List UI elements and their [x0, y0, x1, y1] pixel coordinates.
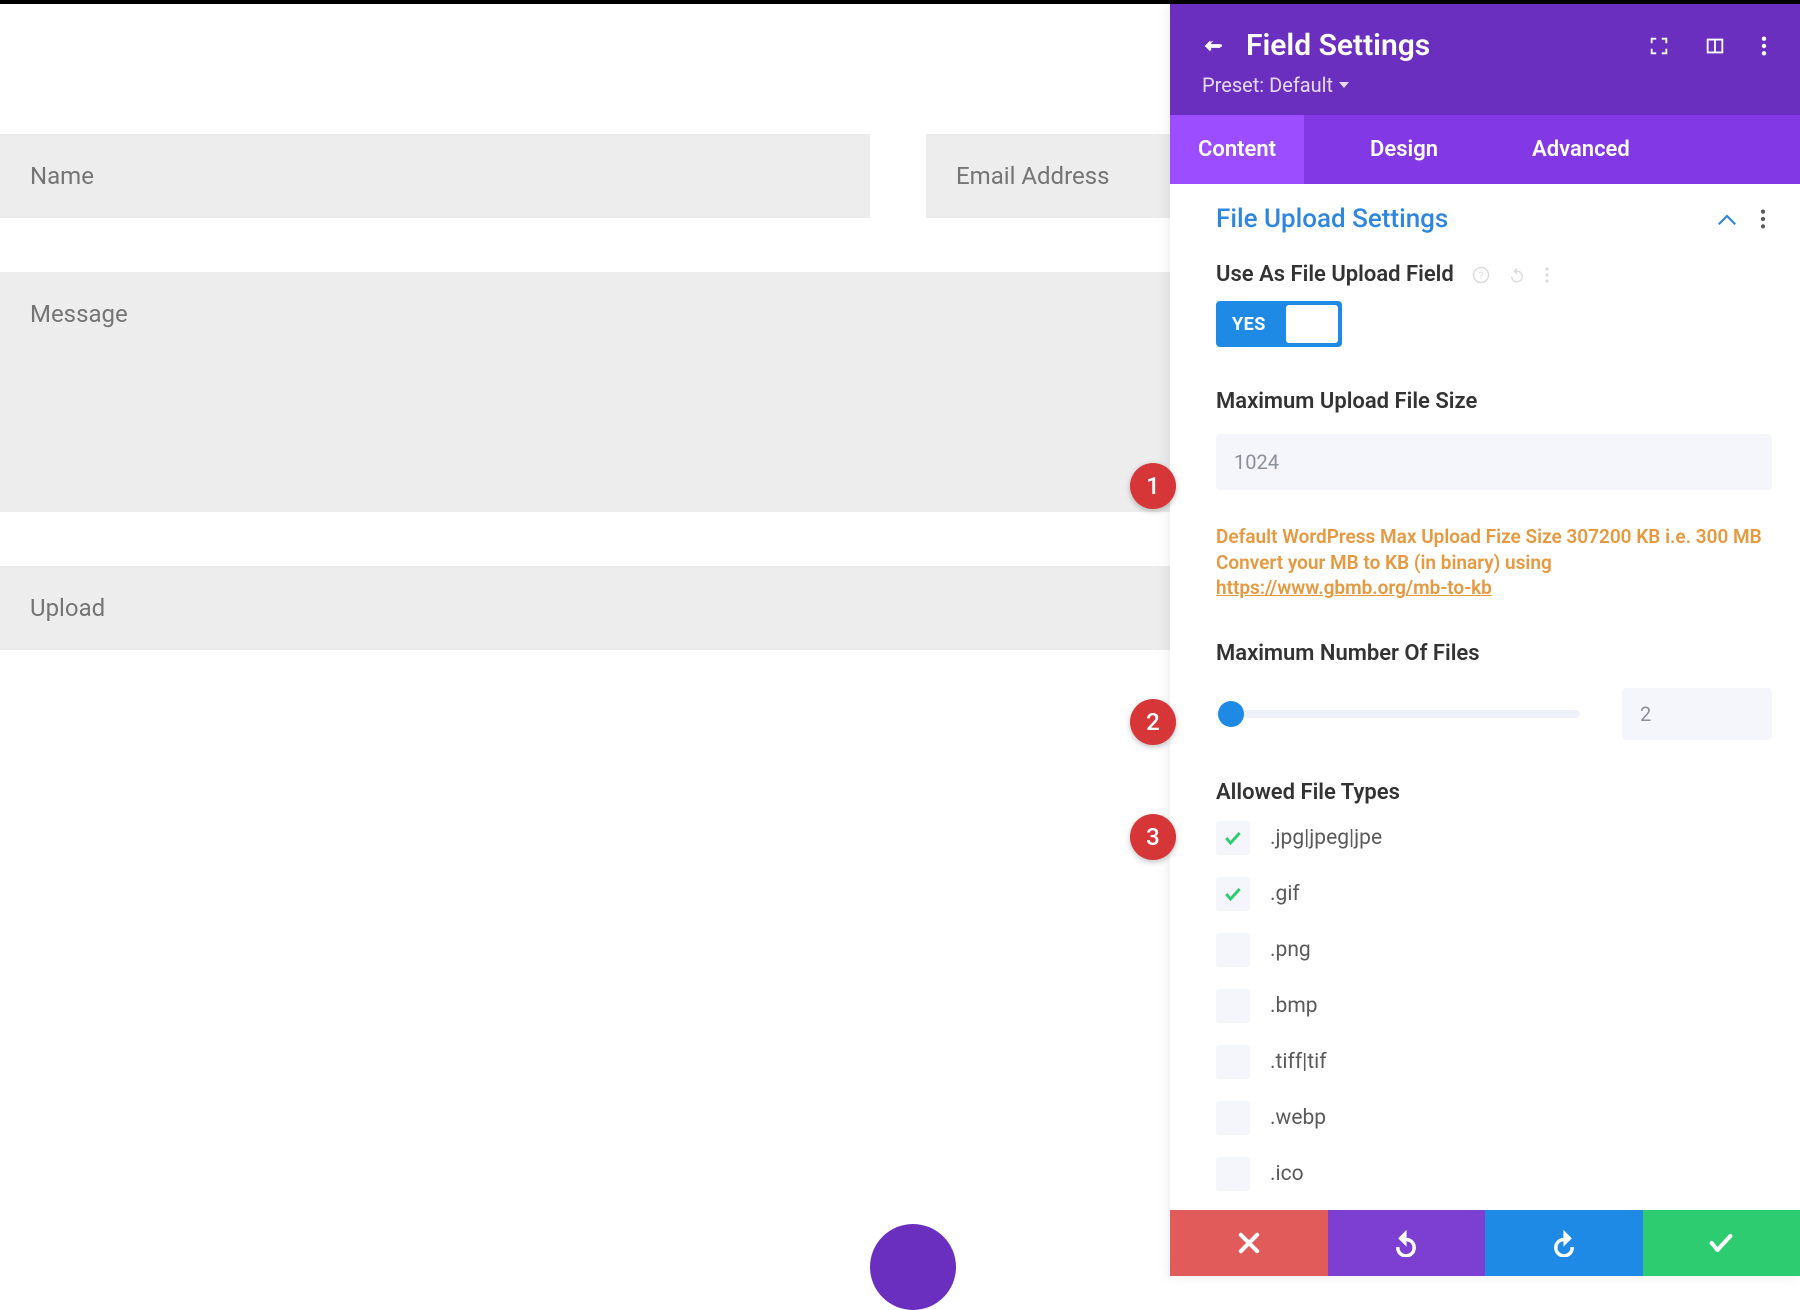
check-icon: [1707, 1229, 1735, 1257]
help-text: Default WordPress Max Upload Fize Size 3…: [1216, 525, 1762, 574]
settings-panel: Field Settings Preset: Defaul: [1170, 4, 1800, 1276]
columns-icon[interactable]: [1704, 35, 1726, 57]
reset-icon[interactable]: [1508, 266, 1526, 284]
annotation-badge-2: 2: [1130, 699, 1176, 745]
file-type-label: .tiff|tif: [1270, 1050, 1327, 1074]
max-files-slider[interactable]: [1216, 710, 1580, 718]
checkmark-icon: [1223, 884, 1243, 904]
max-files-label: Maximum Number Of Files: [1216, 641, 1772, 666]
section-title[interactable]: File Upload Settings: [1216, 204, 1448, 234]
max-size-input[interactable]: [1216, 434, 1772, 490]
checkbox[interactable]: [1216, 989, 1250, 1023]
max-size-label: Maximum Upload File Size: [1216, 389, 1772, 414]
file-types-list: .jpg|jpeg|jpe .gif .png .bmp .tiff|tif .webp.…: [1216, 821, 1772, 1191]
collapse-icon[interactable]: [1718, 210, 1736, 228]
panel-footer: [1170, 1210, 1800, 1276]
toggle-knob: [1286, 305, 1338, 343]
back-icon[interactable]: [1202, 35, 1224, 57]
expand-icon[interactable]: [1648, 35, 1670, 57]
undo-button[interactable]: [1328, 1210, 1486, 1276]
file-type-option[interactable]: .ico: [1216, 1157, 1772, 1191]
svg-text:?: ?: [1478, 268, 1483, 281]
kebab-menu-icon[interactable]: [1760, 35, 1768, 57]
use-as-upload-label: Use As File Upload Field: [1216, 262, 1454, 287]
annotation-badge-3: 3: [1130, 814, 1176, 860]
file-type-option[interactable]: .jpg|jpeg|jpe: [1216, 821, 1772, 855]
max-size-help: Default WordPress Max Upload Fize Size 3…: [1216, 524, 1772, 601]
caret-down-icon: [1339, 80, 1349, 90]
preset-selector[interactable]: Preset: Default: [1202, 73, 1768, 97]
checkbox[interactable]: [1216, 877, 1250, 911]
name-field[interactable]: [0, 134, 870, 218]
file-type-label: .bmp: [1270, 994, 1318, 1018]
file-type-option[interactable]: .png: [1216, 933, 1772, 967]
upload-field[interactable]: [0, 566, 1170, 650]
redo-button[interactable]: [1485, 1210, 1643, 1276]
file-type-label: .gif: [1270, 882, 1300, 906]
floating-action-bubble[interactable]: [870, 1224, 956, 1310]
checkbox[interactable]: [1216, 1045, 1250, 1079]
annotation-badge-1: 1: [1130, 463, 1176, 509]
redo-icon: [1550, 1229, 1578, 1257]
tab-design[interactable]: Design: [1342, 115, 1466, 184]
option-kebab-icon[interactable]: [1544, 266, 1550, 284]
file-type-label: .webp: [1270, 1106, 1326, 1130]
checkbox[interactable]: [1216, 1101, 1250, 1135]
help-link[interactable]: https://www.gbmb.org/mb-to-kb: [1216, 576, 1492, 599]
file-type-option[interactable]: .gif: [1216, 877, 1772, 911]
cancel-button[interactable]: [1170, 1210, 1328, 1276]
checkbox[interactable]: [1216, 933, 1250, 967]
message-field[interactable]: [0, 272, 1170, 512]
help-icon[interactable]: ?: [1472, 266, 1490, 284]
checkbox[interactable]: [1216, 821, 1250, 855]
toggle-state-label: YES: [1216, 314, 1282, 335]
use-as-upload-toggle[interactable]: YES: [1216, 301, 1342, 347]
form-preview-canvas: [0, 4, 1170, 1276]
panel-tabs: Content Design Advanced: [1170, 115, 1800, 184]
close-icon: [1235, 1229, 1263, 1257]
max-files-value[interactable]: [1622, 688, 1772, 740]
panel-body: File Upload Settings Use As File Upload …: [1170, 184, 1800, 1210]
file-types-label: Allowed File Types: [1216, 780, 1772, 805]
save-button[interactable]: [1643, 1210, 1800, 1276]
file-type-label: .jpg|jpeg|jpe: [1270, 826, 1382, 850]
file-type-label: .png: [1270, 938, 1311, 962]
checkmark-icon: [1223, 828, 1243, 848]
slider-thumb[interactable]: [1218, 701, 1244, 727]
panel-title: Field Settings: [1246, 28, 1430, 63]
panel-header: Field Settings Preset: Defaul: [1170, 4, 1800, 115]
email-field[interactable]: [926, 134, 1170, 218]
file-type-option[interactable]: .tiff|tif: [1216, 1045, 1772, 1079]
section-kebab-icon[interactable]: [1754, 208, 1772, 230]
file-type-label: .ico: [1270, 1162, 1304, 1186]
file-type-option[interactable]: .bmp: [1216, 989, 1772, 1023]
checkbox[interactable]: [1216, 1157, 1250, 1191]
preset-label: Preset: Default: [1202, 73, 1333, 97]
tab-advanced[interactable]: Advanced: [1504, 115, 1658, 184]
file-type-option[interactable]: .webp: [1216, 1101, 1772, 1135]
tab-content[interactable]: Content: [1170, 115, 1304, 184]
undo-icon: [1392, 1229, 1420, 1257]
